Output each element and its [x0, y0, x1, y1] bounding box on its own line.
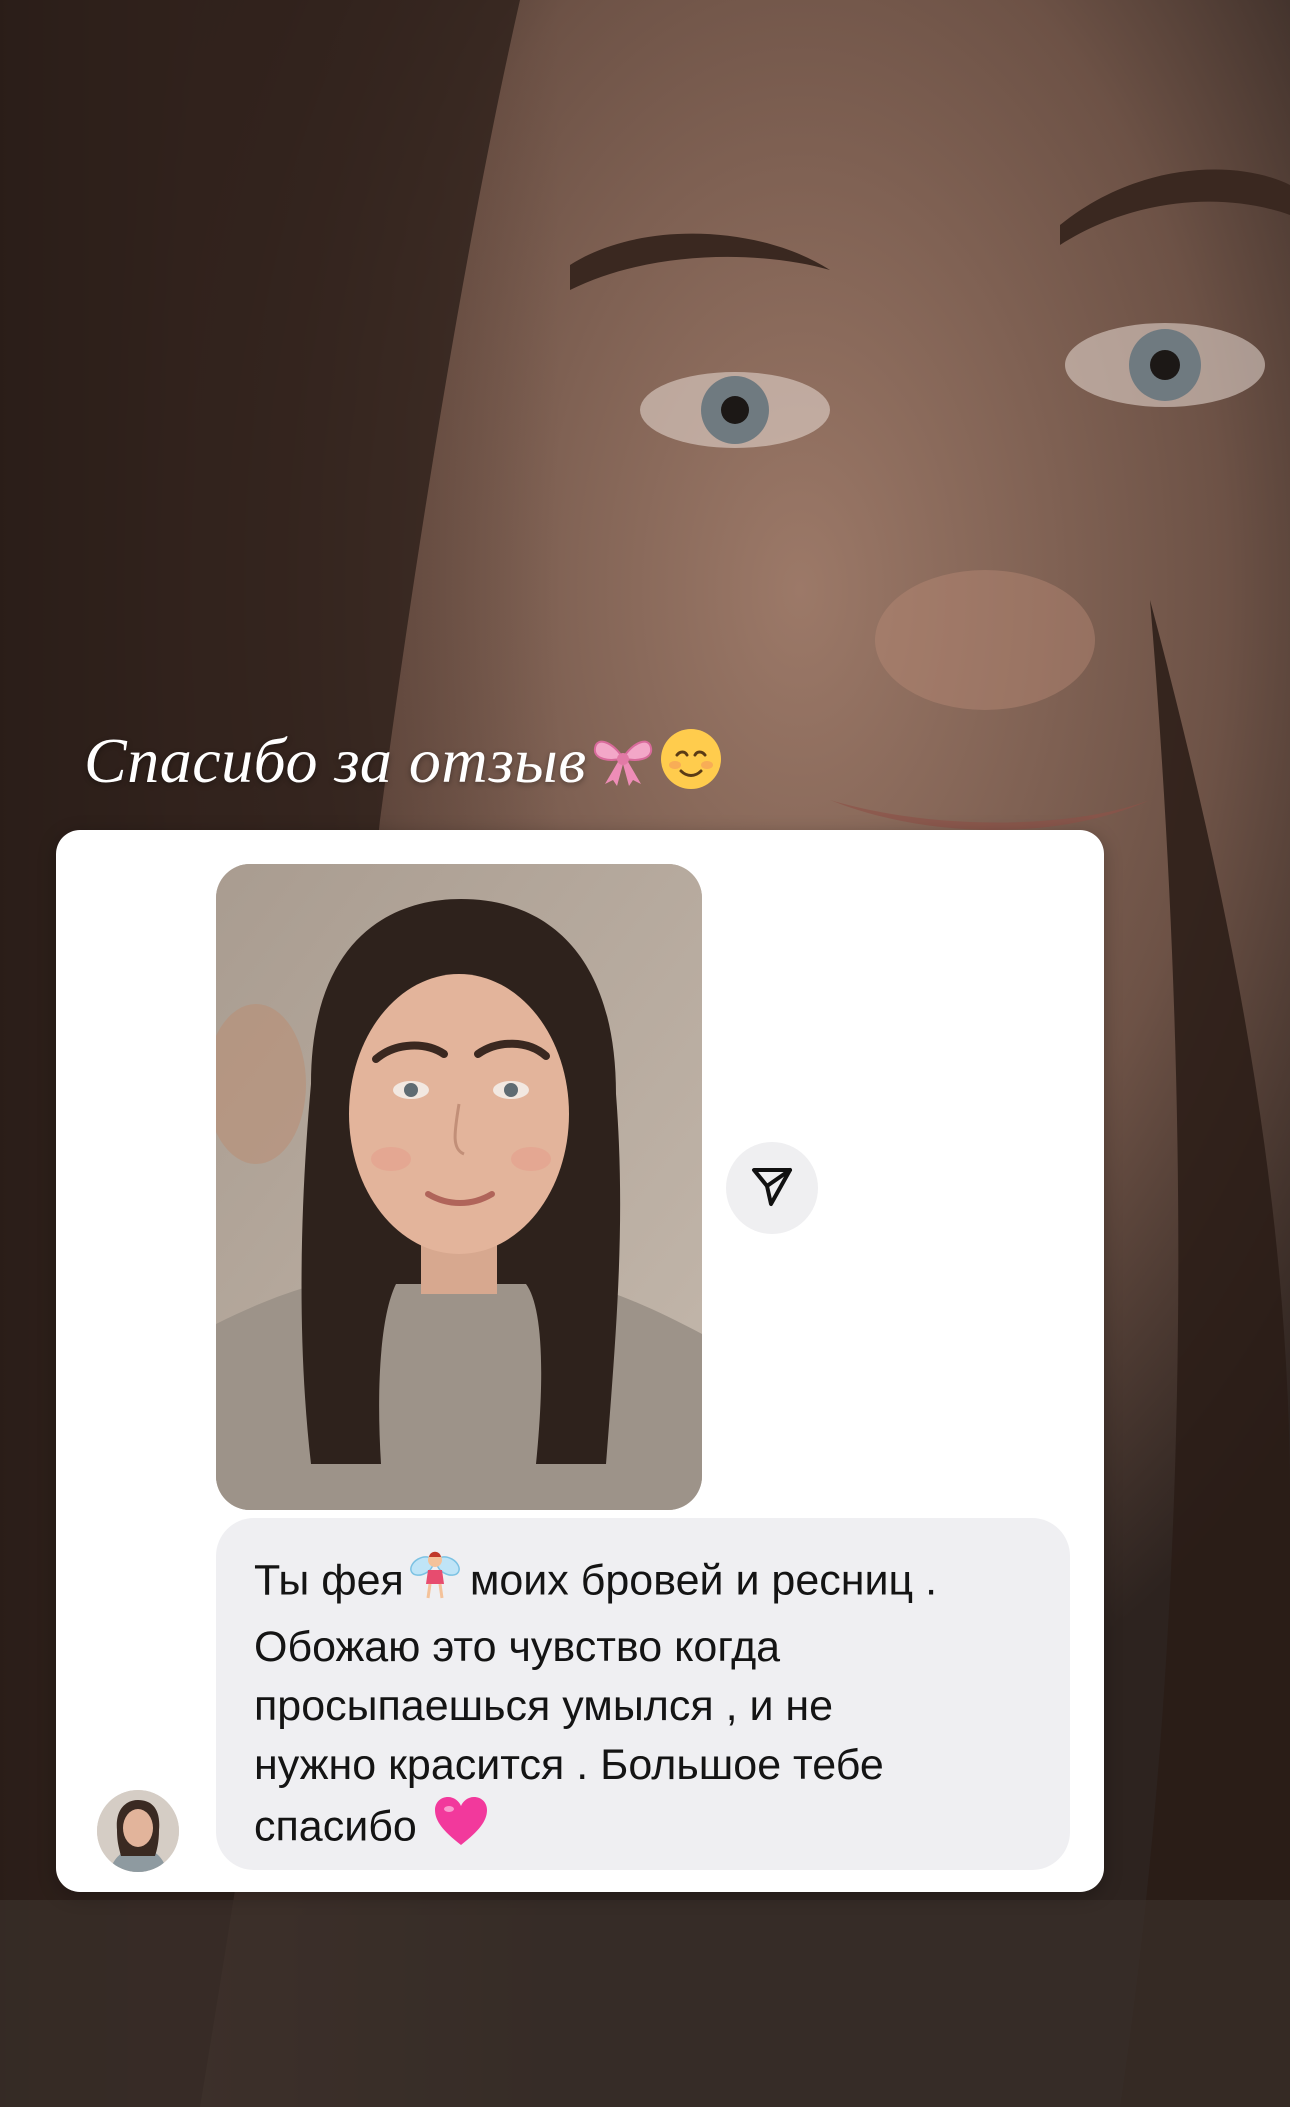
message-line: спасибо — [254, 1795, 1030, 1863]
ribbon-emoji-icon — [591, 730, 655, 804]
smiling-face-emoji-icon — [659, 727, 723, 807]
message-text: спасибо — [254, 1802, 417, 1851]
message-line: просыпаешься умылся , и не — [254, 1682, 834, 1730]
send-icon — [749, 1163, 795, 1214]
message-line: Обожаю это чувство когда — [254, 1623, 781, 1671]
share-button[interactable] — [726, 1142, 818, 1234]
shared-selfie-photo[interactable] — [216, 864, 702, 1510]
caption-text: Спасибо за отзыв — [84, 725, 587, 796]
message-line: Ты фея моих бровей и ресниц . — [254, 1548, 1030, 1618]
avatar[interactable] — [97, 1790, 179, 1872]
fairy-emoji-icon — [408, 1548, 462, 1618]
message-line: нужно красится . Большое тебе — [254, 1741, 884, 1789]
message-text: моих бровей и ресниц . — [469, 1556, 938, 1605]
message-bubble: Ты фея моих бровей и ресниц . Обожаю это… — [216, 1518, 1070, 1870]
message-text: Ты фея — [254, 1556, 404, 1605]
story-caption: Спасибо за отзыв — [84, 724, 723, 807]
pink-heart-emoji-icon — [433, 1795, 489, 1863]
